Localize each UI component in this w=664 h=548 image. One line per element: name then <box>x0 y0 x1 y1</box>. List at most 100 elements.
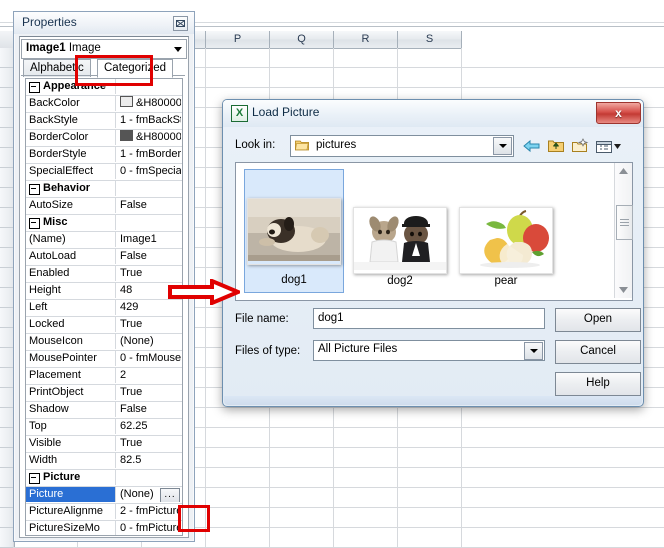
file-label: dog1 <box>281 274 307 286</box>
property-value[interactable] <box>117 79 181 94</box>
cancel-button[interactable]: Cancel <box>555 340 641 364</box>
look-in-combo[interactable]: pictures <box>290 135 514 157</box>
file-item-pear[interactable]: pear <box>456 169 556 293</box>
column-header-P[interactable]: P <box>206 31 270 49</box>
close-icon[interactable] <box>173 16 188 31</box>
back-icon[interactable] <box>521 136 543 156</box>
property-row[interactable]: Picture (None)... <box>26 487 182 504</box>
property-row[interactable]: Locked True <box>26 317 182 334</box>
folder-icon <box>295 140 309 151</box>
property-name: BackColor <box>26 96 116 111</box>
chevron-down-icon[interactable] <box>174 47 182 52</box>
property-row[interactable]: BorderColor &H80000 <box>26 130 182 147</box>
property-value[interactable]: &H80000 <box>117 130 181 145</box>
object-selector[interactable]: Image1 Image <box>21 39 187 59</box>
property-row[interactable]: Left 429 <box>26 300 182 317</box>
property-row[interactable]: Height 48 <box>26 283 182 300</box>
property-category-row[interactable]: Appearance <box>26 79 182 96</box>
property-value-text: &H80000 <box>136 131 181 143</box>
column-header-R[interactable]: R <box>334 31 398 49</box>
dialog-close-button[interactable]: x <box>596 102 641 124</box>
property-value[interactable]: &H80000 <box>117 96 181 111</box>
property-value-text: 1 - fmBorder <box>120 148 181 160</box>
help-button[interactable]: Help <box>555 372 641 396</box>
property-category-row[interactable]: Picture <box>26 470 182 487</box>
property-row[interactable]: Shadow False <box>26 402 182 419</box>
property-value[interactable] <box>117 470 181 485</box>
property-value[interactable]: 62.25 <box>117 419 181 434</box>
property-name: AutoSize <box>26 198 116 213</box>
property-value[interactable]: False <box>117 249 181 264</box>
property-name: Left <box>26 300 116 315</box>
object-type: Image <box>68 42 101 54</box>
views-icon[interactable] <box>593 136 623 156</box>
property-value[interactable]: 2 <box>117 368 181 383</box>
property-name: MousePointer <box>26 351 116 366</box>
property-value[interactable]: (None)... <box>117 487 181 502</box>
chevron-down-icon[interactable] <box>493 137 512 155</box>
column-header-S[interactable]: S <box>398 31 462 49</box>
file-name-input[interactable]: dog1 <box>313 308 545 329</box>
property-value[interactable]: True <box>117 317 181 332</box>
property-row[interactable]: (Name) Image1 <box>26 232 182 249</box>
property-value[interactable]: 0 - fmMouseI <box>117 351 181 366</box>
scrollbar-thumb[interactable] <box>616 205 633 240</box>
property-category-row[interactable]: Behavior <box>26 181 182 198</box>
property-row[interactable]: AutoSize False <box>26 198 182 215</box>
property-value[interactable]: 0 - fmPicture <box>117 521 181 535</box>
property-row[interactable]: Enabled True <box>26 266 182 283</box>
scroll-down-icon[interactable] <box>615 281 632 298</box>
property-row[interactable]: AutoLoad False <box>26 249 182 266</box>
property-row[interactable]: MousePointer 0 - fmMouseI <box>26 351 182 368</box>
new-folder-icon[interactable] <box>569 136 591 156</box>
property-value[interactable] <box>117 181 181 196</box>
properties-title: Properties <box>22 15 77 29</box>
property-row[interactable]: PrintObject True <box>26 385 182 402</box>
property-value[interactable]: True <box>117 436 181 451</box>
chevron-down-icon[interactable] <box>524 342 543 360</box>
property-row[interactable]: PictureAlignme 2 - fmPicture <box>26 504 182 521</box>
property-value[interactable]: False <box>117 198 181 213</box>
property-row[interactable]: Visible True <box>26 436 182 453</box>
property-category-row[interactable]: Misc <box>26 215 182 232</box>
property-row[interactable]: BackStyle 1 - fmBackSt <box>26 113 182 130</box>
property-row[interactable]: BackColor &H80000 <box>26 96 182 113</box>
property-row[interactable]: SpecialEffect 0 - fmSpecial <box>26 164 182 181</box>
property-value[interactable]: 1 - fmBorder <box>117 147 181 162</box>
up-one-level-icon[interactable] <box>545 136 567 156</box>
property-value[interactable]: 82.5 <box>117 453 181 468</box>
property-row[interactable]: PictureSizeMo 0 - fmPicture <box>26 521 182 535</box>
property-value[interactable]: (None) <box>117 334 181 349</box>
property-value[interactable]: 0 - fmSpecial <box>117 164 181 179</box>
file-list-scrollbar[interactable] <box>614 163 633 298</box>
property-row[interactable]: Width 82.5 <box>26 453 182 470</box>
property-row[interactable]: Top 62.25 <box>26 419 182 436</box>
open-button[interactable]: Open <box>555 308 641 332</box>
property-value-text: 2 <box>120 369 127 381</box>
files-of-type-combo[interactable]: All Picture Files <box>313 340 545 361</box>
property-value[interactable] <box>117 215 181 230</box>
property-value[interactable]: Image1 <box>117 232 181 247</box>
look-in-row: Look in: pictures <box>235 135 631 157</box>
property-name: Placement <box>26 368 116 383</box>
column-header-Q[interactable]: Q <box>270 31 334 49</box>
file-list-pane[interactable]: dog1 dog2 pear <box>235 162 633 301</box>
property-value[interactable]: False <box>117 402 181 417</box>
property-value[interactable]: True <box>117 385 181 400</box>
property-name: PrintObject <box>26 385 116 400</box>
picture-browse-button[interactable]: ... <box>160 488 180 502</box>
tab-categorized[interactable]: Categorized <box>97 59 174 78</box>
property-row[interactable]: BorderStyle 1 - fmBorder <box>26 147 182 164</box>
property-row[interactable]: Placement 2 <box>26 368 182 385</box>
property-value-text: 82.5 <box>120 454 142 466</box>
property-value[interactable]: 2 - fmPicture <box>117 504 181 519</box>
properties-grid[interactable]: Appearance BackColor &H80000 BackStyle 1 - f… <box>25 78 183 536</box>
file-thumbnail-image <box>353 207 447 274</box>
file-item-dog2[interactable]: dog2 <box>350 169 450 293</box>
file-item-dog1[interactable]: dog1 <box>244 169 344 293</box>
property-row[interactable]: MouseIcon (None) <box>26 334 182 351</box>
scroll-up-icon[interactable] <box>615 163 632 180</box>
files-of-type-value: All Picture Files <box>318 343 398 355</box>
property-value-text: True <box>120 386 143 398</box>
property-value[interactable]: 1 - fmBackSt <box>117 113 181 128</box>
